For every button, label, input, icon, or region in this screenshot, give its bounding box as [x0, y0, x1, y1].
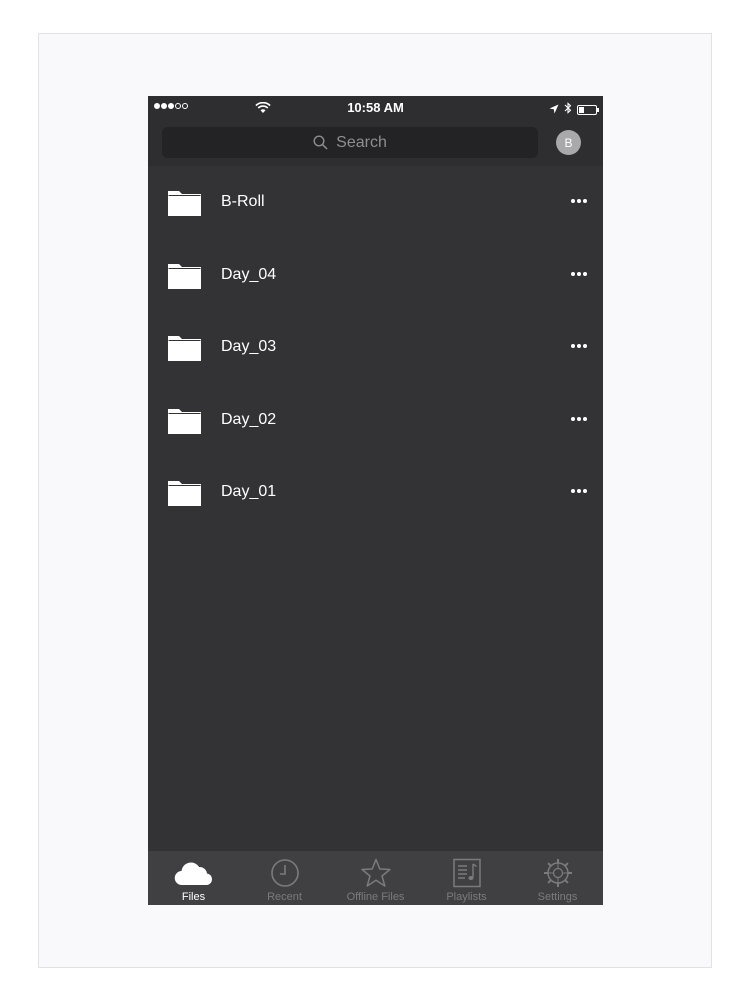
clock-icon	[270, 859, 299, 887]
more-options-icon[interactable]	[571, 271, 587, 276]
bluetooth-icon	[564, 101, 572, 119]
tab-label: Files	[181, 891, 206, 903]
list-item[interactable]: Day_01	[148, 456, 603, 529]
more-options-icon[interactable]	[571, 199, 587, 203]
tab-bar: Files Recent Offline Files Playlists Set…	[148, 851, 603, 905]
more-options-icon[interactable]	[571, 344, 587, 348]
folder-name: B-Roll	[221, 193, 265, 211]
tab-label: Offline Files	[346, 891, 405, 903]
location-arrow-icon	[549, 101, 559, 119]
tab-label: Settings	[537, 891, 578, 903]
folder-list: B-Roll Day_04 Day_03 Day_02 Day_01	[148, 166, 603, 529]
status-bar: 10:58 AM	[148, 96, 603, 120]
more-options-icon[interactable]	[571, 489, 587, 493]
avatar[interactable]: B	[556, 130, 581, 155]
folder-icon	[168, 263, 201, 289]
tab-settings[interactable]: Settings	[512, 851, 603, 905]
phone-screen: 10:58 AM Search B B-Roll Day_04 Day_03 D…	[148, 96, 603, 905]
search-icon	[313, 135, 328, 150]
tab-label: Playlists	[446, 891, 487, 903]
search-placeholder: Search	[336, 133, 387, 151]
cloud-icon	[174, 862, 212, 886]
tab-label: Recent	[267, 891, 302, 903]
battery-icon	[577, 105, 599, 115]
header: Search B	[148, 120, 603, 166]
more-options-icon[interactable]	[571, 416, 587, 421]
folder-name: Day_03	[221, 338, 277, 356]
playlist-icon	[452, 858, 481, 888]
folder-name: Day_01	[221, 483, 277, 501]
list-item[interactable]: Day_02	[148, 384, 603, 457]
search-input[interactable]: Search	[162, 127, 538, 158]
folder-icon	[168, 408, 201, 434]
folder-name: Day_04	[221, 265, 277, 283]
folder-name: Day_02	[221, 410, 277, 428]
tab-playlists[interactable]: Playlists	[421, 851, 512, 905]
list-item[interactable]: Day_03	[148, 311, 603, 384]
folder-icon	[168, 481, 201, 506]
folder-icon	[168, 191, 201, 216]
tab-files[interactable]: Files	[148, 851, 239, 905]
tab-offline-files[interactable]: Offline Files	[330, 851, 421, 905]
list-item[interactable]: Day_04	[148, 239, 603, 312]
tab-recent[interactable]: Recent	[239, 851, 330, 905]
gear-icon	[543, 859, 572, 887]
star-icon	[360, 858, 391, 887]
folder-icon	[168, 336, 201, 361]
status-time: 10:58 AM	[347, 100, 404, 115]
list-item[interactable]: B-Roll	[148, 166, 603, 239]
